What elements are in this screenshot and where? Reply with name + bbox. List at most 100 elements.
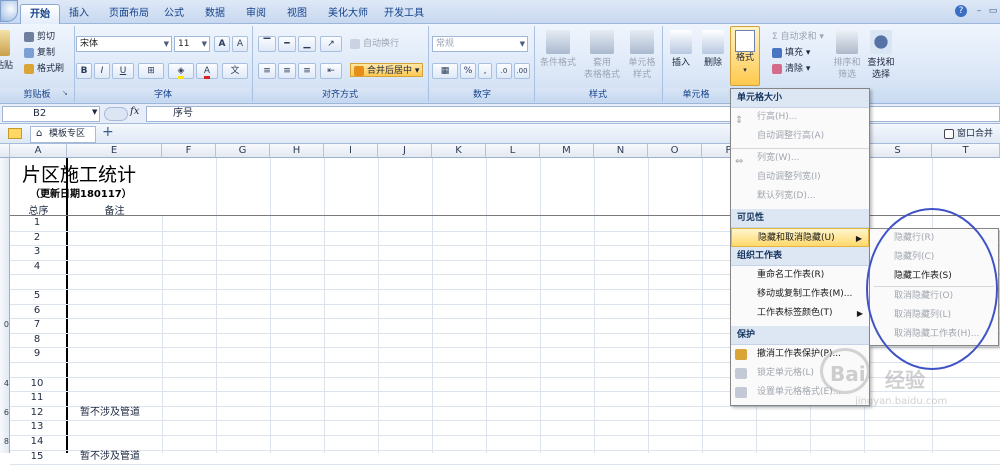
table-format-button[interactable]: 套用 表格格式 [580,57,624,81]
cell-total-seq[interactable]: 15 [10,450,64,465]
row-number[interactable]: 0 [0,318,10,333]
formula-input[interactable]: 序号 [146,106,1000,122]
fill-button[interactable]: 填充 ▾ [772,46,810,60]
menu-hide-unhide[interactable]: 隐藏和取消隐藏(U) ▶ [731,228,869,247]
cell-total-seq[interactable]: 3 [10,245,64,260]
row-number[interactable] [0,391,10,406]
currency-button[interactable]: ▦ [432,63,458,79]
menu-column-width[interactable]: ⇔ 列宽(W)... [731,149,869,168]
column-header[interactable]: S [864,144,932,158]
paste-button[interactable]: 粘贴 [0,60,14,72]
row-number[interactable] [0,260,10,275]
cell-total-seq[interactable]: 13 [10,420,64,435]
row-number[interactable] [0,216,10,231]
border-button[interactable]: ⊞ [138,63,164,79]
add-tab-button[interactable]: + [102,124,114,140]
cell-total-seq[interactable]: 7 [10,318,64,333]
find-select-button[interactable]: 查找和 选择 [862,57,900,81]
italic-button[interactable]: I [94,63,110,79]
tab-review[interactable]: 审阅 [237,4,275,24]
help-icon[interactable]: ? [955,5,967,17]
comma-button[interactable]: , [478,63,492,79]
wrap-text-button[interactable]: 自动换行 [350,37,399,51]
tab-view[interactable]: 视图 [278,4,316,24]
tab-insert[interactable]: 插入 [60,4,98,24]
cell-total-seq[interactable]: 9 [10,347,64,362]
align-middle-button[interactable]: ━ [278,36,296,52]
name-box[interactable]: B2 [2,106,100,122]
increase-decimal-button[interactable]: .0 [496,63,512,79]
decrease-decimal-button[interactable]: .00 [514,63,530,79]
cell-remarks[interactable]: 暂不涉及管道 [80,450,140,465]
menu-tab-color[interactable]: 工作表标签颜色(T) ▶ [731,304,869,323]
binoculars-icon[interactable] [870,30,892,54]
bold-button[interactable]: B [76,63,92,79]
cell-total-seq[interactable] [10,274,64,289]
format-button[interactable]: 格式 ▾ [730,26,760,86]
indent-button[interactable]: ⇤ [320,63,342,79]
cell-total-seq[interactable]: 11 [10,391,64,406]
minimize-ribbon-icon[interactable]: – [972,5,986,17]
phonetic-button[interactable]: 文 [222,63,248,79]
launcher-icon[interactable]: ↘ [62,89,68,97]
cell-total-seq[interactable]: 8 [10,333,64,348]
column-header[interactable]: I [324,144,378,158]
cell-total-seq[interactable]: 6 [10,304,64,319]
align-center-button[interactable]: ≡ [278,63,296,79]
row-number[interactable] [0,347,10,362]
cell-total-seq[interactable] [10,362,64,377]
autosum-button[interactable]: Σ 自动求和 ▾ [772,30,824,44]
tab-page-layout[interactable]: 页面布局 [100,4,158,24]
row-header[interactable] [0,158,10,216]
align-right-button[interactable]: ≡ [298,63,316,79]
column-header[interactable]: F [162,144,216,158]
table-format-icon[interactable] [590,30,614,54]
font-name-select[interactable]: 宋体 ▼ [76,36,172,52]
restore-icon[interactable]: ▭ [986,5,1000,17]
column-header[interactable]: O [648,144,702,158]
column-header[interactable]: N [594,144,648,158]
number-format-select[interactable]: 常规 ▼ [432,36,528,52]
cell-remarks[interactable]: 暂不涉及管道 [80,406,140,421]
menu-move-copy-sheet[interactable]: 移动或复制工作表(M)... [731,285,869,304]
orientation-button[interactable]: ↗ [320,36,342,52]
sort-filter-icon[interactable] [836,30,858,54]
percent-button[interactable]: % [460,63,476,79]
conditional-format-icon[interactable] [546,30,570,54]
fill-color-button[interactable]: ◈ [168,63,194,79]
cell-total-seq[interactable]: 2 [10,231,64,246]
row-number[interactable]: 6 [0,406,10,421]
grow-font-button[interactable]: A [214,36,230,52]
cell-total-seq[interactable]: 10 [10,377,64,392]
column-header[interactable]: K [432,144,486,158]
sort-filter-button[interactable]: 排序和 筛选 [828,57,866,81]
delete-cells-icon[interactable] [702,30,724,54]
menu-autofit-row[interactable]: 自动调整行高(A) [731,127,869,146]
merge-center-button[interactable]: 合并后居中 ▾ [350,63,424,77]
row-number[interactable] [0,289,10,304]
font-color-button[interactable]: A [196,63,218,79]
conditional-format-button[interactable]: 条件格式 [536,57,580,69]
column-header[interactable]: G [216,144,270,158]
align-top-button[interactable]: ▔ [258,36,276,52]
cell-total-seq[interactable]: 14 [10,435,64,450]
row-number[interactable] [0,420,10,435]
row-number[interactable] [0,450,10,465]
cut-button[interactable]: 剪切 [24,30,55,44]
row-number[interactable]: 4 [0,377,10,392]
align-bottom-button[interactable]: ▁ [298,36,316,52]
column-header[interactable]: A [10,144,67,158]
row-number[interactable] [0,245,10,260]
tab-developer[interactable]: 开发工具 [375,4,433,24]
menu-rename-sheet[interactable]: 重命名工作表(R) [731,266,869,285]
shrink-font-button[interactable]: A [232,36,248,52]
tab-home[interactable]: 开始 [20,4,60,24]
menu-autofit-column[interactable]: 自动调整列宽(I) [731,168,869,187]
cell-styles-icon[interactable] [630,30,654,54]
cell-total-seq[interactable]: 1 [10,216,64,231]
tab-formulas[interactable]: 公式 [155,4,193,24]
insert-cells-button[interactable]: 插入 [666,57,696,69]
insert-cells-icon[interactable] [670,30,692,54]
zoom-slider-icon[interactable] [104,107,128,121]
fx-icon[interactable]: fx [130,106,139,117]
